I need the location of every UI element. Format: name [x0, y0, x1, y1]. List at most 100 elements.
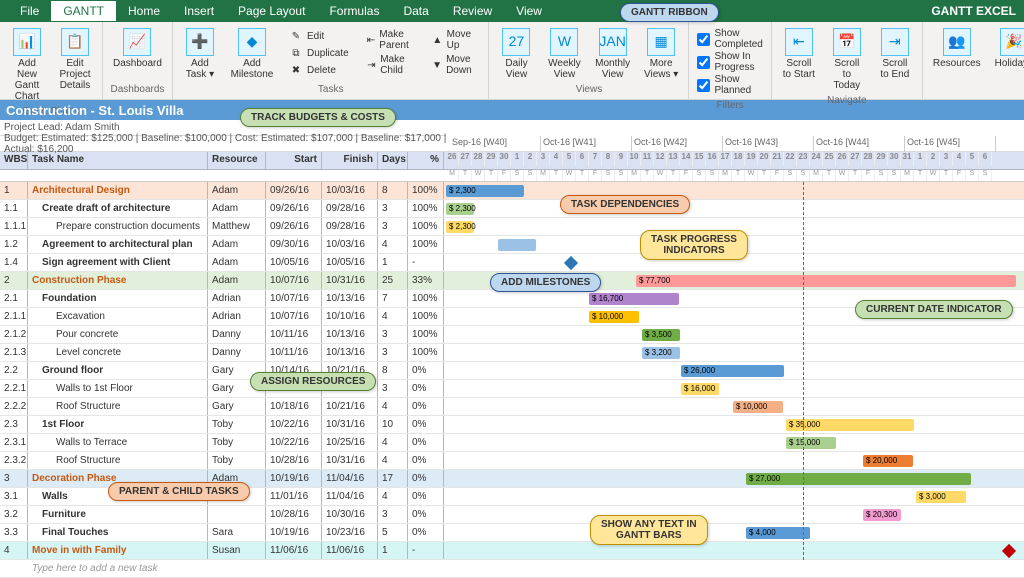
task-row[interactable]: 3.2Furniture10/28/1610/30/1630%$ 20,300	[0, 506, 1024, 524]
add-milestone-button[interactable]: ◆Add Milestone	[227, 26, 277, 82]
gantt-bar[interactable]	[498, 239, 536, 251]
col-name[interactable]: Task Name	[28, 152, 208, 169]
show-inprogress-checkbox[interactable]: Show In Progress	[697, 51, 762, 73]
title-bar: FileGANTTHomeInsertPage LayoutFormulasDa…	[0, 0, 1024, 22]
gantt-bar[interactable]: $ 2,300	[446, 185, 524, 197]
col-days[interactable]: Days	[378, 152, 408, 169]
gantt-bar[interactable]: $ 26,000	[681, 365, 784, 377]
new-task-input[interactable]: Type here to add a new task	[0, 560, 1024, 578]
col-start[interactable]: Start	[266, 152, 322, 169]
tab-formulas[interactable]: Formulas	[317, 1, 391, 21]
add-gantt-button[interactable]: 📊Add New Gantt Chart	[6, 26, 48, 104]
gantt-cell	[446, 542, 1024, 559]
delete-button[interactable]: ✖Delete	[285, 62, 353, 78]
gantt-bar[interactable]: $ 2,300	[446, 203, 474, 215]
edit-project-button[interactable]: 📋Edit Project Details	[54, 26, 96, 104]
scroll-end-button[interactable]: ⇥Scroll to End	[874, 26, 916, 93]
callout-ribbon: GANTT RIBBON	[620, 3, 719, 22]
outdent-icon: ⇤	[367, 33, 376, 47]
gantt-bar[interactable]: $ 16,700	[589, 293, 679, 305]
move-down-button[interactable]: ▼Move Down	[428, 53, 480, 77]
gantt-cell: $ 35,000	[446, 416, 1024, 433]
col-finish[interactable]: Finish	[322, 152, 378, 169]
make-parent-button[interactable]: ⇤Make Parent	[363, 28, 418, 52]
scroll-start-button[interactable]: ⇤Scroll to Start	[778, 26, 820, 93]
gantt-cell: $ 2,300	[446, 200, 1024, 217]
month-header: Oct-16 [W45]	[905, 136, 996, 152]
resources-button[interactable]: 👥Resources	[929, 26, 985, 82]
task-row[interactable]: 2.1.3Level concreteDanny10/11/1610/13/16…	[0, 344, 1024, 362]
menu-tabs: FileGANTTHomeInsertPage LayoutFormulasDa…	[8, 1, 554, 21]
callout-current-date: CURRENT DATE INDICATOR	[855, 300, 1013, 319]
gantt-bar[interactable]: $ 10,000	[733, 401, 783, 413]
callout-budgets: TRACK BUDGETS & COSTS	[240, 108, 396, 127]
task-row[interactable]: 2.3.2Roof StructureToby10/28/1610/31/164…	[0, 452, 1024, 470]
task-row[interactable]: 2.2.2Roof StructureGary10/18/1610/21/164…	[0, 398, 1024, 416]
trash-icon: ✖	[289, 63, 303, 77]
gantt-bar[interactable]: $ 2,300	[446, 221, 474, 233]
gantt-bar[interactable]: $ 20,000	[863, 455, 913, 467]
gantt-cell: $ 4,000	[446, 524, 1024, 541]
task-row[interactable]: 2.1.2Pour concreteDanny10/11/1610/13/163…	[0, 326, 1024, 344]
month-header: Oct-16 [W42]	[632, 136, 723, 152]
gantt-bar[interactable]: $ 77,700	[636, 275, 1016, 287]
tab-view[interactable]: View	[504, 1, 554, 21]
gantt-bar[interactable]: $ 4,000	[746, 527, 810, 539]
show-completed-checkbox[interactable]: Show Completed	[697, 28, 762, 50]
task-row[interactable]: 2.2.1Walls to 1st FloorGary30%$ 16,000	[0, 380, 1024, 398]
gantt-bar[interactable]: $ 3,500	[642, 329, 680, 341]
edit-task-button[interactable]: ✎Edit	[285, 28, 353, 44]
gantt-bar[interactable]: $ 3,200	[642, 347, 680, 359]
duplicate-button[interactable]: ⧉Duplicate	[285, 45, 353, 61]
gantt-bar[interactable]: $ 20,300	[863, 509, 901, 521]
views-icon: ▦	[647, 28, 675, 56]
weekly-view-button[interactable]: WWeekly View	[543, 26, 585, 82]
tab-data[interactable]: Data	[391, 1, 440, 21]
gantt-bar[interactable]: $ 10,000	[589, 311, 639, 323]
tab-home[interactable]: Home	[116, 1, 172, 21]
milestone-icon: ◆	[238, 28, 266, 56]
task-row[interactable]: 1.1Create draft of architectureAdam09/26…	[0, 200, 1024, 218]
task-row[interactable]: 1.4Sign agreement with ClientAdam10/05/1…	[0, 254, 1024, 272]
task-row[interactable]: 2.3.1Walls to TerraceToby10/22/1610/25/1…	[0, 434, 1024, 452]
dashboard-button[interactable]: 📈Dashboard	[109, 26, 166, 82]
daily-view-button[interactable]: 27Daily View	[495, 26, 537, 82]
gantt-bar[interactable]: $ 15,000	[786, 437, 836, 449]
gantt-bar[interactable]: $ 16,000	[681, 383, 719, 395]
callout-parent-child: PARENT & CHILD TASKS	[108, 482, 250, 501]
task-row[interactable]: 2.31st FloorToby10/22/1610/31/16100%$ 35…	[0, 416, 1024, 434]
tab-page-layout[interactable]: Page Layout	[226, 1, 317, 21]
col-resource[interactable]: Resource	[208, 152, 266, 169]
tab-insert[interactable]: Insert	[172, 1, 226, 21]
task-row[interactable]: 4Move in with FamilySusan11/06/1611/06/1…	[0, 542, 1024, 560]
gantt-bar[interactable]: $ 27,000	[746, 473, 971, 485]
day-icon: 27	[502, 28, 530, 56]
tab-file[interactable]: File	[8, 1, 51, 21]
monthly-view-button[interactable]: JANMonthly View	[591, 26, 633, 82]
scroll-today-button[interactable]: 📅Scroll to Today	[826, 26, 868, 93]
task-row[interactable]: 1.1.1Prepare construction documentsMatth…	[0, 218, 1024, 236]
col-wbs[interactable]: WBS	[0, 152, 28, 169]
month-header: Sep-16 [W40]	[450, 136, 541, 152]
move-up-button[interactable]: ▲Move Up	[428, 28, 480, 52]
people-icon: 👥	[943, 28, 971, 56]
holiday-icon: 🎉	[1000, 28, 1024, 56]
task-row[interactable]: 3.3Final TouchesSara10/19/1610/23/1650%$…	[0, 524, 1024, 542]
more-views-button[interactable]: ▦More Views ▾	[640, 26, 683, 82]
gantt-bar[interactable]: $ 3,000	[916, 491, 966, 503]
make-child-button[interactable]: ⇥Make Child	[363, 53, 418, 77]
task-row[interactable]: 2.2Ground floorGary10/14/1610/21/1680%$ …	[0, 362, 1024, 380]
tab-review[interactable]: Review	[441, 1, 504, 21]
milestone-marker[interactable]	[564, 256, 578, 270]
tab-gantt[interactable]: GANTT	[51, 1, 116, 21]
gantt-bar[interactable]: $ 35,000	[786, 419, 914, 431]
task-row[interactable]: 1.2Agreement to architectural planAdam09…	[0, 236, 1024, 254]
current-date-line	[803, 182, 804, 560]
col-pct[interactable]: %	[408, 152, 444, 169]
show-planned-checkbox[interactable]: Show Planned	[697, 74, 762, 96]
add-task-button[interactable]: ➕Add Task ▾	[179, 26, 221, 82]
gantt-cell: $ 16,000	[446, 380, 1024, 397]
task-row[interactable]: 1Architectural DesignAdam09/26/1610/03/1…	[0, 182, 1024, 200]
milestone-marker[interactable]	[1002, 544, 1016, 558]
holidays-button[interactable]: 🎉Holidays	[991, 26, 1024, 82]
